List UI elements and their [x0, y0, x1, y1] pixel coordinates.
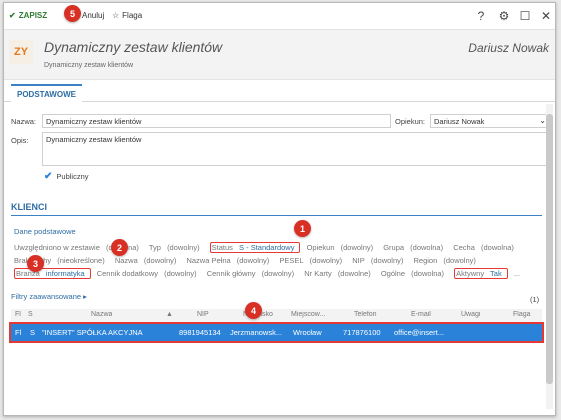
filter-grupa[interactable]: Grupa (dowolna) — [383, 243, 447, 252]
annotation-marker-2: 2 — [111, 239, 128, 256]
checkmark-icon: ✔ — [44, 171, 53, 182]
cell-nip: 8981945134 — [179, 328, 221, 337]
basic-data-link[interactable]: Dane podstawowe — [14, 227, 76, 236]
column-header-uwagi[interactable]: Uwagi — [461, 311, 480, 318]
filter-aktywny[interactable]: Aktywny Tak — [454, 268, 508, 279]
column-header-telefon[interactable]: Telefon — [354, 311, 377, 318]
sort-up-icon: ▲ — [166, 311, 173, 318]
column-header-s[interactable]: S — [28, 311, 33, 318]
table-row[interactable]: Fl S "INSERT" SPÓŁKA AKCYJNA 8981945134 … — [9, 322, 544, 343]
annotation-marker-5: 5 — [64, 5, 81, 22]
section-title-clients: KLIENCI — [11, 202, 47, 212]
description-label: Opis: — [11, 136, 29, 145]
maximize-icon[interactable]: ☐ — [518, 9, 532, 23]
flag-button[interactable]: ☆ Flaga — [112, 11, 142, 20]
save-button[interactable]: ✔ ZAPISZ — [9, 11, 47, 20]
scrollbar-thumb[interactable] — [546, 114, 553, 384]
column-header-fl[interactable]: Fl — [15, 311, 21, 318]
help-icon[interactable]: ? — [474, 9, 488, 23]
page-subtitle: Dynamiczny zestaw klientów — [44, 62, 134, 69]
check-icon: ✔ — [9, 11, 16, 20]
gear-icon[interactable]: ⚙ — [497, 9, 511, 23]
cell-nazwisko: Jerzmanowsk... — [230, 328, 283, 337]
owner-name: Dariusz Nowak — [468, 41, 549, 55]
tab-bar: PODSTAWOWE — [4, 80, 555, 102]
guardian-label: Opiekun: — [395, 117, 426, 126]
filter-ogolne[interactable]: Ogólne (dowolna) — [381, 269, 448, 278]
filter-nip[interactable]: NIP (dowolny) — [352, 256, 407, 265]
filter-cennik-dodatkowy[interactable]: Cennik dodatkowy (dowolny) — [97, 269, 201, 278]
advanced-filters-link[interactable]: Filtry zaawansowane ▸ — [11, 292, 87, 301]
avatar: ZY — [9, 40, 33, 64]
star-icon: ☆ — [112, 11, 120, 20]
description-field[interactable]: Dynamiczny zestaw klientów — [42, 132, 550, 166]
column-header-nip[interactable]: NIP — [197, 311, 209, 318]
annotation-marker-4: 4 — [245, 302, 262, 319]
filter-nazwa[interactable]: Nazwa (dowolny) — [115, 256, 181, 265]
filter-status[interactable]: Status S - Standardowy — [209, 242, 301, 253]
result-count: (1) — [530, 295, 540, 304]
section-divider — [11, 215, 542, 216]
cancel-button[interactable]: Anuluj — [82, 11, 104, 20]
filter-typ[interactable]: Typ (dowolny) — [149, 243, 204, 252]
record-header: ZY Dynamiczny zestaw klientów Dynamiczny… — [4, 30, 555, 80]
name-label: Nazwa: — [11, 117, 37, 126]
page-title: Dynamiczny zestaw klientów — [44, 39, 223, 55]
cell-miejscowosc: Wrocław — [293, 328, 322, 337]
filter-list: Uwzględniono w zestawie (dowolna) Typ (d… — [14, 241, 539, 280]
cell-fl: Fl — [15, 328, 22, 337]
filter-more[interactable]: ... — [514, 269, 520, 278]
column-header-flaga[interactable]: Flaga — [513, 311, 531, 318]
filter-pesel[interactable]: PESEL (dowolny) — [279, 256, 346, 265]
tab-podstawowe[interactable]: PODSTAWOWE — [11, 84, 82, 102]
public-checkbox[interactable]: ✔ Publiczny — [44, 171, 89, 182]
cell-email: office@insert... — [394, 328, 444, 337]
filter-nazwa-pelna[interactable]: Nazwa Pełna (dowolny) — [186, 256, 273, 265]
filter-cecha[interactable]: Cecha (dowolna) — [453, 243, 518, 252]
close-icon[interactable]: ✕ — [539, 9, 553, 23]
dialog-window: ✔ ZAPISZ Anuluj ☆ Flaga ? ⚙ ☐ ✕ ZY Dynam… — [3, 2, 556, 416]
chevron-right-icon: ▸ — [83, 292, 87, 301]
guardian-select[interactable]: Dariusz Nowak ⌄ — [430, 114, 550, 128]
name-field[interactable]: Dynamiczny zestaw klientów — [42, 114, 391, 128]
filter-branza[interactable]: Branża informatyka — [14, 268, 91, 279]
cell-s: S — [30, 328, 36, 337]
filter-region[interactable]: Region (dowolny) — [413, 256, 479, 265]
column-header-email[interactable]: E-mail — [411, 311, 431, 318]
filter-opiekun[interactable]: Opiekun (dowolny) — [307, 243, 378, 252]
column-header-miejscowosc[interactable]: Miejscow... — [291, 311, 325, 318]
annotation-marker-1: 1 — [294, 220, 311, 237]
toolbar: ✔ ZAPISZ Anuluj ☆ Flaga ? ⚙ ☐ ✕ — [4, 3, 555, 30]
chevron-down-icon: ⌄ — [539, 116, 546, 125]
cell-telefon: 717876100 — [343, 328, 381, 337]
table-header: Fl S Nazwa ▲ NIP Nazwisko Miejscow... Te… — [11, 309, 542, 323]
filter-nr-karty[interactable]: Nr Karty (dowolne) — [304, 269, 375, 278]
column-header-nazwa[interactable]: Nazwa — [91, 311, 112, 318]
filter-cennik-glowny[interactable]: Cennik główny (dowolny) — [207, 269, 298, 278]
cell-nazwa: "INSERT" SPÓŁKA AKCYJNA — [42, 328, 143, 337]
annotation-marker-3: 3 — [27, 255, 44, 272]
